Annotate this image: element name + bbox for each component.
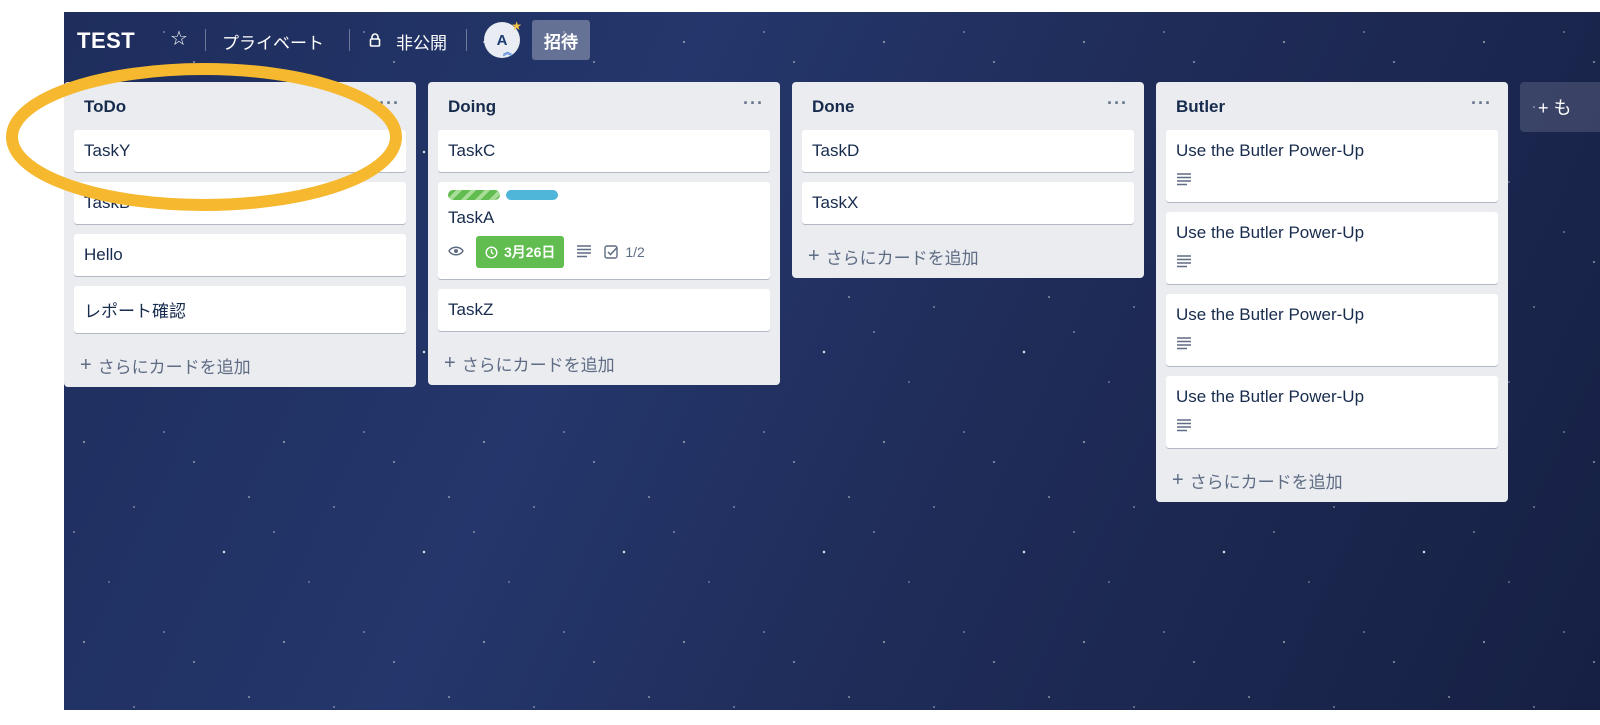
card[interactable]: TaskC [438, 130, 770, 172]
card[interactable]: TaskX [802, 182, 1134, 224]
card[interactable]: Use the Butler Power-Up [1166, 212, 1498, 284]
card[interactable]: TaskD [802, 130, 1134, 172]
list-menu-icon[interactable]: ··· [379, 93, 400, 114]
list-title[interactable]: Butler [1176, 97, 1225, 117]
invite-button[interactable]: 招待 [532, 20, 590, 60]
list-done: Done ··· TaskD TaskX + さらにカードを追加 [792, 82, 1144, 278]
card-title: レポート確認 [84, 302, 186, 321]
divider [466, 29, 467, 51]
card-title: Use the Butler Power-Up [1176, 141, 1365, 160]
checklist-badge: 1/2 [604, 244, 645, 260]
due-date-badge[interactable]: 3月26日 [476, 236, 565, 268]
list-menu-icon[interactable]: ··· [1107, 93, 1128, 114]
list-header: Doing ··· [428, 82, 780, 130]
card-title: TaskD [812, 141, 860, 160]
board-title[interactable]: TEST [77, 28, 135, 54]
list-title[interactable]: Doing [448, 97, 496, 117]
description-icon [1176, 171, 1488, 191]
checkbox-icon [604, 244, 619, 259]
description-icon [1176, 335, 1488, 355]
chevrons-up-icon: ︽ [502, 47, 512, 57]
clock-icon [485, 245, 498, 259]
add-card-button[interactable]: + さらにカードを追加 [64, 343, 416, 387]
avatar-initial: A [496, 31, 508, 49]
board-header: TEST ☆ プライベート 非公開 A ★ ︽ 招待 [64, 12, 1600, 68]
add-card-button[interactable]: + さらにカードを追加 [428, 341, 780, 385]
due-date-text: 3月26日 [504, 244, 556, 260]
list-title[interactable]: ToDo [84, 97, 126, 117]
admin-star-icon: ★ [511, 19, 522, 33]
add-card-button[interactable]: + さらにカードを追加 [1156, 458, 1508, 502]
list-menu-icon[interactable]: ··· [1471, 93, 1492, 114]
board-canvas: TEST ☆ プライベート 非公開 A ★ ︽ 招待 ToDo ··· Task… [64, 12, 1600, 710]
add-card-label: さらにカードを追加 [1189, 472, 1343, 492]
avatar[interactable]: A ★ ︽ [484, 19, 522, 58]
lock-icon [368, 33, 382, 52]
card-title: Use the Butler Power-Up [1176, 387, 1365, 406]
card[interactable]: TaskZ [438, 289, 770, 331]
visibility-button[interactable]: 非公開 [396, 29, 447, 54]
card[interactable]: Use the Butler Power-Up [1166, 130, 1498, 202]
card-title: TaskC [448, 141, 496, 160]
add-card-label: さらにカードを追加 [825, 248, 979, 268]
card[interactable]: TaskA 3月26日 1/2 [438, 182, 770, 279]
add-card-label: さらにカードを追加 [97, 357, 251, 377]
card[interactable]: TaskY [74, 130, 406, 172]
card-labels [448, 190, 760, 200]
divider [205, 29, 206, 51]
add-card-button[interactable]: + さらにカードを追加 [792, 234, 1144, 278]
description-icon [1176, 253, 1488, 273]
plus-icon: + [808, 244, 820, 267]
list-title[interactable]: Done [812, 97, 855, 117]
list-header: Done ··· [792, 82, 1144, 130]
list-header: ToDo ··· [64, 82, 416, 130]
card-title: TaskA [448, 208, 495, 227]
card[interactable]: レポート確認 [74, 286, 406, 333]
label-sky[interactable] [506, 190, 558, 200]
card[interactable]: Hello [74, 234, 406, 276]
list-menu-icon[interactable]: ··· [743, 93, 764, 114]
card-badges: 3月26日 1/2 [448, 236, 760, 268]
card[interactable]: Use the Butler Power-Up [1166, 376, 1498, 448]
plus-icon: + [80, 353, 92, 376]
list-doing: Doing ··· TaskC TaskA 3月26日 1/2 TaskZ + … [428, 82, 780, 385]
card-title: TaskX [812, 193, 859, 212]
star-icon[interactable]: ☆ [170, 27, 188, 51]
card-title: TaskY [84, 141, 131, 160]
card[interactable]: TaskB [74, 182, 406, 224]
card-title: Hello [84, 245, 123, 264]
list-header: Butler ··· [1156, 82, 1508, 130]
card-title: TaskZ [448, 300, 494, 319]
list-butler: Butler ··· Use the Butler Power-Up Use t… [1156, 82, 1508, 502]
card-title: Use the Butler Power-Up [1176, 223, 1365, 242]
description-icon [1176, 417, 1488, 437]
add-card-label: さらにカードを追加 [461, 355, 615, 375]
label-green[interactable] [448, 190, 500, 200]
list-todo: ToDo ··· TaskY TaskB Hello レポート確認 + さらにカ… [64, 82, 416, 387]
plus-icon: + [1172, 468, 1184, 491]
add-list-button[interactable]: + も [1520, 82, 1600, 132]
card[interactable]: Use the Butler Power-Up [1166, 294, 1498, 366]
checklist-count: 1/2 [625, 244, 645, 260]
card-title: Use the Butler Power-Up [1176, 305, 1365, 324]
eye-icon [448, 244, 464, 260]
privacy-button[interactable]: プライベート [222, 29, 324, 54]
description-icon [576, 244, 592, 261]
divider [349, 29, 350, 51]
card-title: TaskB [84, 193, 131, 212]
plus-icon: + [444, 351, 456, 374]
